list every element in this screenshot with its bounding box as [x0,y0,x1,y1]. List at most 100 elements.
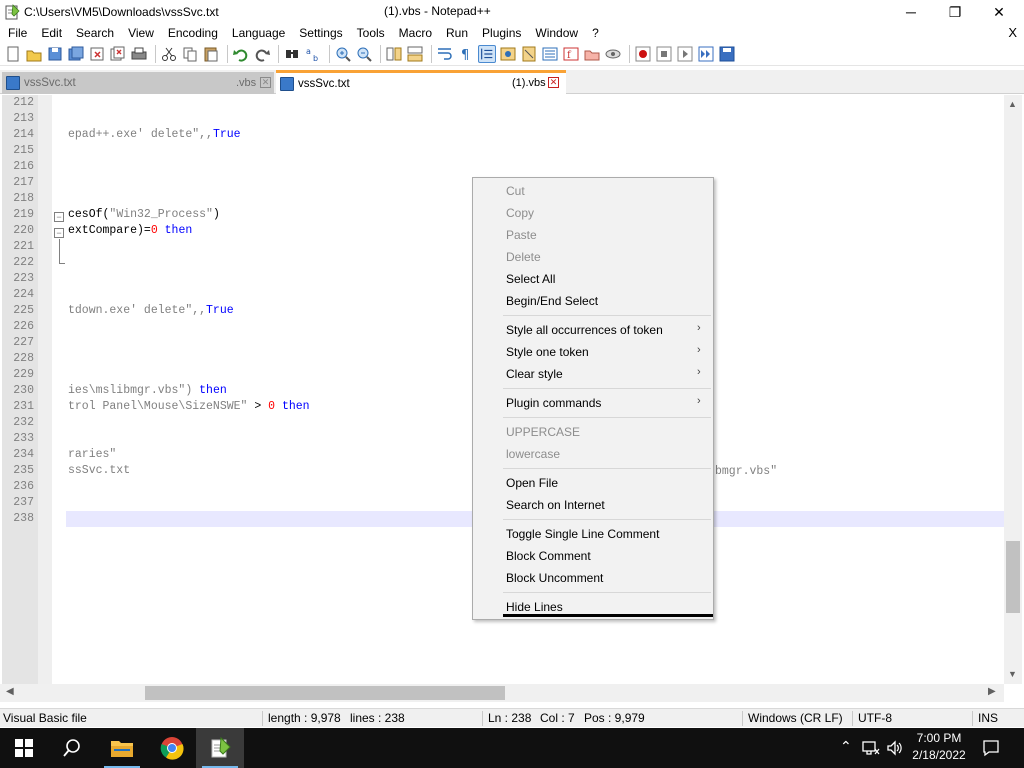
show-all-chars-icon[interactable]: ¶ [457,45,475,63]
menu-item-lowercase[interactable]: lowercase [473,443,713,465]
find-icon[interactable] [283,45,301,63]
menu-item-style-all-occurrences-of-token[interactable]: Style all occurrences of token › [473,319,713,341]
doc-map-icon[interactable] [520,45,538,63]
menu-separator [503,592,711,593]
menu-item-clear-style[interactable]: Clear style › [473,363,713,385]
menu-item-hide-lines[interactable]: Hide Lines [473,596,713,618]
menu-item-select-all[interactable]: Select All [473,268,713,290]
menu-item-copy[interactable]: Copy [473,202,713,224]
menu-edit[interactable]: Edit [34,26,69,40]
menu-item-cut[interactable]: Cut [473,180,713,202]
close-file-icon[interactable] [88,45,106,63]
menu-file[interactable]: File [0,26,34,40]
scroll-right-icon[interactable]: ▶ [988,686,996,697]
chrome-icon [160,737,184,760]
tab-vsssvc-vbs[interactable]: vssSvc.txt .vbs ✕ [2,72,274,94]
search-button[interactable] [48,728,96,768]
chrome-button[interactable] [148,728,196,768]
sync-horizontal-icon[interactable] [406,45,424,63]
word-wrap-icon[interactable] [436,45,454,63]
menu-encoding[interactable]: Encoding [161,26,225,40]
menu-search[interactable]: Search [69,26,121,40]
undo-icon[interactable] [232,45,250,63]
menu-help[interactable]: ? [585,26,606,40]
menu-item-label: Open File [506,476,559,490]
paste-icon[interactable] [202,45,220,63]
function-list-icon[interactable]: f [562,45,580,63]
menu-item-search-on-internet[interactable]: Search on Internet [473,494,713,516]
save-icon[interactable] [46,45,64,63]
copy-icon[interactable] [181,45,199,63]
vertical-scrollbar[interactable]: ▲ ▼ [1004,95,1022,684]
maximize-button[interactable]: ❐ [932,0,978,24]
open-file-icon[interactable] [25,45,43,63]
menu-item-block-comment[interactable]: Block Comment [473,545,713,567]
close-document-button[interactable]: X [1008,25,1017,40]
menu-item-uppercase[interactable]: UPPERCASE [473,421,713,443]
menu-item-style-one-token[interactable]: Style one token › [473,341,713,363]
folder-workspace-icon[interactable] [583,45,601,63]
scroll-thumb[interactable] [1006,541,1020,613]
menu-tools[interactable]: Tools [350,26,392,40]
scroll-down-icon[interactable]: ▼ [1008,669,1017,679]
redo-icon[interactable] [253,45,271,63]
replace-icon[interactable]: ab [304,45,322,63]
scroll-thumb[interactable] [145,686,505,700]
horizontal-scrollbar[interactable]: ◀ ▶ [0,684,1004,702]
menu-settings[interactable]: Settings [292,26,349,40]
close-all-icon[interactable] [109,45,127,63]
zoom-in-icon[interactable] [334,45,352,63]
submenu-arrow-icon: › [697,395,701,407]
macro-play-icon[interactable] [676,45,694,63]
macro-save-icon[interactable] [718,45,736,63]
tab-close-icon[interactable]: ✕ [260,77,271,88]
new-file-icon[interactable] [4,45,22,63]
indent-guide-icon[interactable] [478,44,496,63]
start-button[interactable] [0,728,48,768]
save-all-icon[interactable] [67,45,85,63]
menu-item-plugin-commands[interactable]: Plugin commands › [473,392,713,414]
sync-vertical-icon[interactable] [385,45,403,63]
menu-macro[interactable]: Macro [392,26,439,40]
line-number: 217 [13,176,34,189]
fold-toggle-icon[interactable]: − [54,212,64,222]
menu-view[interactable]: View [121,26,161,40]
system-clock[interactable]: 7:00 PM 2/18/2022 [906,730,972,764]
menu-item-open-file[interactable]: Open File [473,472,713,494]
doc-list-icon[interactable] [541,45,559,63]
macro-run-multiple-icon[interactable] [697,45,715,63]
notifications-icon[interactable] [982,739,1000,757]
menu-run[interactable]: Run [439,26,475,40]
menu-item-label: UPPERCASE [506,425,581,439]
menu-item-toggle-single-line-comment[interactable]: Toggle Single Line Comment [473,523,713,545]
fold-toggle-icon[interactable]: − [54,228,64,238]
scroll-left-icon[interactable]: ◀ [6,686,14,697]
file-explorer-button[interactable] [98,728,146,768]
monitoring-icon[interactable] [604,45,622,63]
status-eol[interactable]: Windows (CR LF) [748,711,843,725]
zoom-out-icon[interactable] [355,45,373,63]
show-hidden-icons-icon[interactable]: ⌃ [840,738,852,755]
tab-close-icon[interactable]: ✕ [548,77,559,88]
minimize-button[interactable]: ─ [888,0,934,24]
close-button[interactable]: ✕ [976,0,1022,24]
volume-icon[interactable] [886,740,904,756]
menu-item-block-uncomment[interactable]: Block Uncomment [473,567,713,589]
menu-item-begin-end-select[interactable]: Begin/End Select [473,290,713,312]
print-icon[interactable] [130,45,148,63]
macro-stop-icon[interactable] [655,45,673,63]
menu-window[interactable]: Window [528,26,585,40]
cut-icon[interactable] [160,45,178,63]
notepadpp-taskbar-button[interactable] [196,728,244,768]
user-defined-lang-icon[interactable] [499,45,517,63]
macro-record-icon[interactable] [634,45,652,63]
network-icon[interactable] [862,740,880,756]
menu-item-paste[interactable]: Paste [473,224,713,246]
scroll-up-icon[interactable]: ▲ [1008,99,1017,109]
status-pos: Pos : 9,979 [584,711,645,725]
status-encoding[interactable]: UTF-8 [858,711,892,725]
menu-language[interactable]: Language [225,26,292,40]
menu-plugins[interactable]: Plugins [475,26,528,40]
menu-item-delete[interactable]: Delete [473,246,713,268]
tab-vsssvc-1-vbs[interactable]: vssSvc.txt (1).vbs ✕ [276,70,566,94]
